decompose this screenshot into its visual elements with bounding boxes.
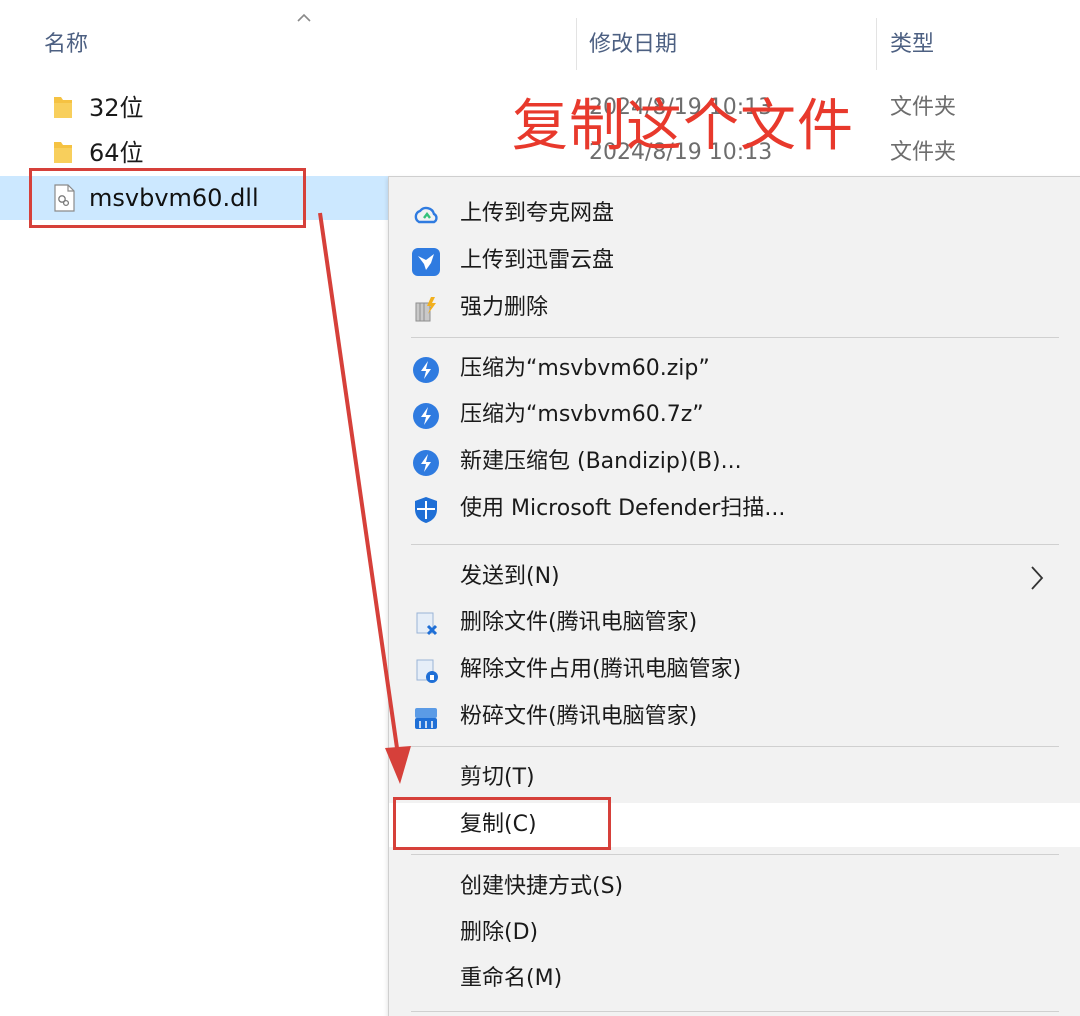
xunlei-bird-icon (412, 248, 440, 276)
menu-item-send-to[interactable]: 发送到(N) (389, 555, 1080, 599)
menu-separator (411, 1011, 1059, 1012)
menu-item-label: 压缩为“msvbvm60.7z” (460, 402, 704, 427)
menu-item-label: 上传到夸克网盘 (460, 201, 615, 226)
defender-shield-icon (415, 497, 437, 523)
folder-icon (54, 97, 72, 118)
menu-item-label: 剪切(T) (460, 765, 535, 790)
highlight-box-file (29, 168, 306, 228)
menu-separator (411, 746, 1059, 747)
tencent-unlock-icon (416, 659, 438, 683)
quark-cloud-icon (414, 206, 438, 224)
bandizip-icon (413, 357, 439, 383)
menu-item-label: 发送到(N) (460, 564, 560, 589)
highlight-box-copy (393, 797, 611, 850)
menu-item-force-delete[interactable]: 强力删除 (389, 286, 1080, 330)
menu-item-label: 强力删除 (460, 295, 549, 320)
tencent-delete-icon (416, 612, 438, 636)
column-header-type[interactable]: 类型 (890, 28, 934, 62)
menu-item-label: 新建压缩包 (Bandizip)(B)... (460, 449, 742, 474)
bandizip-icon (413, 403, 439, 429)
menu-separator (411, 544, 1059, 545)
menu-item-rename[interactable]: 重命名(M) (389, 957, 1080, 1001)
menu-item-cut[interactable]: 剪切(T) (389, 756, 1080, 800)
menu-item-label: 压缩为“msvbvm60.zip” (460, 356, 710, 381)
context-menu: 上传到夸克网盘 上传到迅雷云盘 强力删除 压缩为“msvbvm60.zip” 压… (388, 176, 1080, 1016)
menu-item-compress-7z[interactable]: 压缩为“msvbvm60.7z” (389, 393, 1080, 437)
column-header-date[interactable]: 修改日期 (589, 28, 677, 62)
folder-icon (54, 142, 72, 163)
column-separator[interactable] (576, 18, 577, 70)
menu-item-tencent-unlock[interactable]: 解除文件占用(腾讯电脑管家) (389, 648, 1080, 692)
annotation-copy-this-file: 复制这个文件 (512, 94, 854, 159)
column-separator[interactable] (876, 18, 877, 70)
chevron-right-icon (1031, 566, 1044, 590)
menu-separator (411, 854, 1059, 855)
menu-item-create-shortcut[interactable]: 创建快捷方式(S) (389, 865, 1080, 909)
bandizip-icon (413, 450, 439, 476)
column-header-name[interactable]: 名称 (44, 28, 88, 62)
menu-item-label: 使用 Microsoft Defender扫描... (460, 496, 786, 521)
menu-item-label: 创建快捷方式(S) (460, 874, 624, 899)
menu-item-new-archive[interactable]: 新建压缩包 (Bandizip)(B)... (389, 440, 1080, 484)
file-name: 32位 (89, 94, 144, 122)
menu-item-label: 上传到迅雷云盘 (460, 248, 615, 273)
menu-item-tencent-shred[interactable]: 粉碎文件(腾讯电脑管家) (389, 695, 1080, 739)
sort-ascending-icon (297, 13, 311, 22)
menu-item-label: 删除文件(腾讯电脑管家) (460, 610, 698, 635)
menu-item-label: 重命名(M) (460, 966, 563, 991)
shred-icon (415, 297, 436, 322)
file-type: 文件夹 (890, 140, 957, 165)
menu-item-compress-zip[interactable]: 压缩为“msvbvm60.zip” (389, 347, 1080, 391)
menu-item-upload-quark[interactable]: 上传到夸克网盘 (389, 192, 1080, 236)
menu-item-defender-scan[interactable]: 使用 Microsoft Defender扫描... (389, 487, 1080, 531)
menu-item-tencent-delete[interactable]: 删除文件(腾讯电脑管家) (389, 601, 1080, 645)
menu-item-upload-xunlei[interactable]: 上传到迅雷云盘 (389, 239, 1080, 283)
file-type: 文件夹 (890, 95, 957, 120)
menu-item-delete[interactable]: 删除(D) (389, 911, 1080, 955)
tencent-shred-icon (415, 708, 437, 729)
menu-item-label: 删除(D) (460, 920, 539, 945)
menu-item-label: 解除文件占用(腾讯电脑管家) (460, 657, 742, 682)
menu-item-label: 粉碎文件(腾讯电脑管家) (460, 704, 698, 729)
menu-separator (411, 337, 1059, 338)
